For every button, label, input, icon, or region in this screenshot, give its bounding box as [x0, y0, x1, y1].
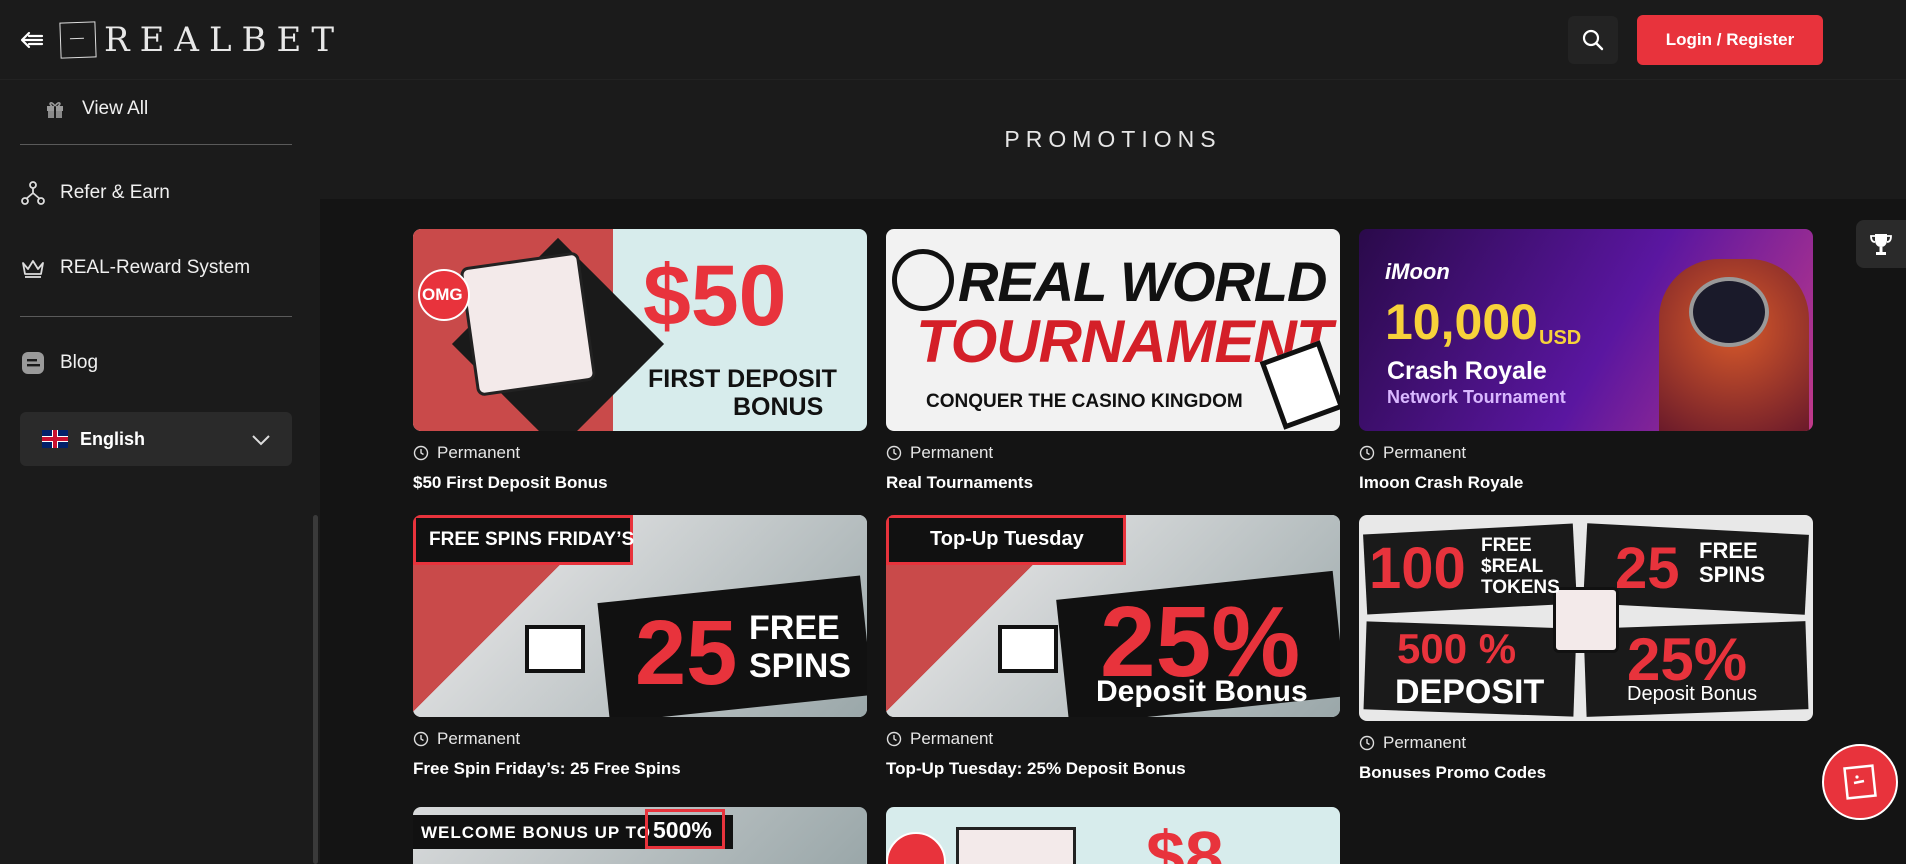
share-icon — [20, 180, 46, 206]
promo-title[interactable]: Bonuses Promo Codes — [1359, 763, 1813, 783]
banner-amount: 500% — [653, 817, 712, 843]
logo-mark-icon — [59, 21, 97, 59]
promo-banner-image[interactable]: 100 FREE $REAL TOKENS 25 FREE SPINS 500 … — [1359, 515, 1813, 721]
language-label: English — [80, 428, 146, 449]
duration-label: Permanent — [437, 729, 521, 748]
promo-title[interactable]: Top-Up Tuesday: 25% Deposit Bonus — [886, 759, 1340, 779]
banner-unit: USD — [1539, 327, 1582, 349]
banner-tag: FREE SPINS FRIDAY’S — [429, 529, 635, 550]
promo-card[interactable]: OMG $50 FIRST DEPOSIT BONUS Permanent $5… — [413, 229, 867, 493]
clock-icon — [1359, 445, 1375, 461]
banner-line: REAL WORLD — [958, 250, 1327, 313]
promo-card[interactable]: FREE SPINS FRIDAY’S 25 FREE SPINS Perman… — [413, 515, 867, 779]
clock-icon — [413, 445, 429, 461]
top-header: REALBET Login / Register — [0, 0, 1906, 80]
blog-icon — [20, 350, 46, 376]
duration-label: Permanent — [1383, 733, 1467, 752]
banner-tag: Top-Up Tuesday — [930, 528, 1084, 550]
crown-icon — [20, 255, 46, 281]
promo-banner-image[interactable]: $8 — [886, 807, 1340, 864]
banner-line: FREE — [749, 609, 840, 647]
sidebar-item-refer-earn[interactable]: Refer & Earn — [20, 180, 170, 206]
logo-text: REALBET — [104, 20, 345, 60]
sidebar-item-view-all[interactable]: View All — [42, 96, 148, 122]
duration-label: Permanent — [910, 729, 994, 748]
promo-duration: Permanent — [413, 729, 867, 749]
promo-duration: Permanent — [886, 729, 1340, 749]
duration-label: Permanent — [1383, 443, 1467, 462]
promo-card[interactable]: iMoon 10,000 USD Crash Royale Network To… — [1359, 229, 1813, 493]
sidebar-item-label: REAL-Reward System — [60, 257, 251, 278]
support-chat-button[interactable] — [1822, 744, 1898, 820]
promo-banner-image[interactable]: FREE SPINS FRIDAY’S 25 FREE SPINS — [413, 515, 867, 717]
banner-amount: 10,000 — [1385, 294, 1538, 350]
sidebar-item-label: Refer & Earn — [60, 182, 170, 203]
search-icon — [1582, 29, 1604, 51]
sidebar-scrollbar[interactable] — [313, 515, 318, 864]
banner-line: FREE SPINS — [1699, 538, 1766, 587]
clock-icon — [413, 731, 429, 747]
tournaments-tab[interactable] — [1856, 220, 1906, 268]
clock-icon — [886, 445, 902, 461]
promo-title[interactable]: $50 First Deposit Bonus — [413, 473, 867, 493]
promo-banner-image[interactable]: OMG $50 FIRST DEPOSIT BONUS — [413, 229, 867, 431]
search-button[interactable] — [1568, 16, 1618, 64]
banner-amount: $8 — [1146, 817, 1224, 864]
banner-amount: 25 — [635, 602, 738, 704]
realbet-logo[interactable]: REALBET — [59, 18, 345, 62]
trophy-icon — [1870, 234, 1892, 255]
banner-subline: CONQUER THE CASINO KINGDOM — [926, 391, 1243, 412]
banner-brand: iMoon — [1385, 259, 1450, 284]
promo-duration: Permanent — [1359, 443, 1813, 463]
duration-label: Permanent — [437, 443, 521, 462]
banner-line: FREE $REAL TOKENS — [1481, 535, 1560, 598]
banner-line: DEPOSIT — [1395, 673, 1545, 711]
sidebar-item-reward-system[interactable]: REAL-Reward System — [20, 255, 250, 281]
promo-banner-image[interactable]: iMoon 10,000 USD Crash Royale Network To… — [1359, 229, 1813, 431]
banner-line: Deposit Bonus — [1627, 683, 1758, 705]
sidebar-divider — [20, 316, 292, 317]
clock-icon — [886, 731, 902, 747]
banner-line: FIRST DEPOSIT — [648, 365, 837, 393]
sidebar: View All Refer & Earn REAL-Reward System… — [0, 80, 320, 864]
promo-duration: Permanent — [1359, 733, 1813, 753]
promo-title[interactable]: Free Spin Friday’s: 25 Free Spins — [413, 759, 867, 779]
banner-amount: $50 — [643, 248, 787, 344]
promo-duration: Permanent — [886, 443, 1340, 463]
banner-amount: 100 — [1369, 536, 1466, 601]
gift-icon — [42, 96, 68, 122]
promo-banner-image[interactable]: Top-Up Tuesday 25% Deposit Bonus — [886, 515, 1340, 717]
promo-card[interactable]: 100 FREE $REAL TOKENS 25 FREE SPINS 500 … — [1359, 515, 1813, 783]
duration-label: Permanent — [910, 443, 994, 462]
sidebar-item-label: View All — [82, 98, 149, 119]
promo-card[interactable]: REAL WORLD TOURNAMENT CONQUER THE CASINO… — [886, 229, 1340, 493]
banner-tag: WELCOME BONUS UP TO — [421, 823, 651, 842]
promo-banner-image[interactable]: WELCOME BONUS UP TO 500% — [413, 807, 867, 864]
sidebar-item-blog[interactable]: Blog — [20, 350, 98, 376]
banner-amount: 25 — [1615, 536, 1680, 601]
banner-line: Deposit Bonus — [1096, 675, 1308, 708]
collapse-sidebar-icon[interactable] — [18, 26, 46, 54]
uk-flag-icon — [42, 430, 68, 448]
promo-title[interactable]: Imoon Crash Royale — [1359, 473, 1813, 493]
promo-banner-image[interactable]: REAL WORLD TOURNAMENT CONQUER THE CASINO… — [886, 229, 1340, 431]
page-title: PROMOTIONS — [1004, 126, 1222, 152]
login-register-button[interactable]: Login / Register — [1637, 15, 1823, 65]
clock-icon — [1359, 735, 1375, 751]
banner-line: SPINS — [749, 647, 852, 685]
promo-duration: Permanent — [413, 443, 867, 463]
sidebar-item-label: Blog — [60, 352, 99, 373]
banner-amount: 500 % — [1397, 625, 1517, 672]
chat-mascot-icon — [1843, 764, 1877, 800]
chevron-down-icon — [252, 435, 270, 446]
banner-line: BONUS — [733, 393, 824, 421]
language-selector[interactable]: English — [20, 412, 292, 466]
promo-card[interactable]: Top-Up Tuesday 25% Deposit Bonus Permane… — [886, 515, 1340, 779]
banner-line: Network Tournament — [1387, 387, 1566, 407]
banner-tag: OMG — [422, 285, 463, 304]
sidebar-divider — [20, 144, 292, 145]
promo-title[interactable]: Real Tournaments — [886, 473, 1340, 493]
banner-line: Crash Royale — [1387, 357, 1547, 385]
